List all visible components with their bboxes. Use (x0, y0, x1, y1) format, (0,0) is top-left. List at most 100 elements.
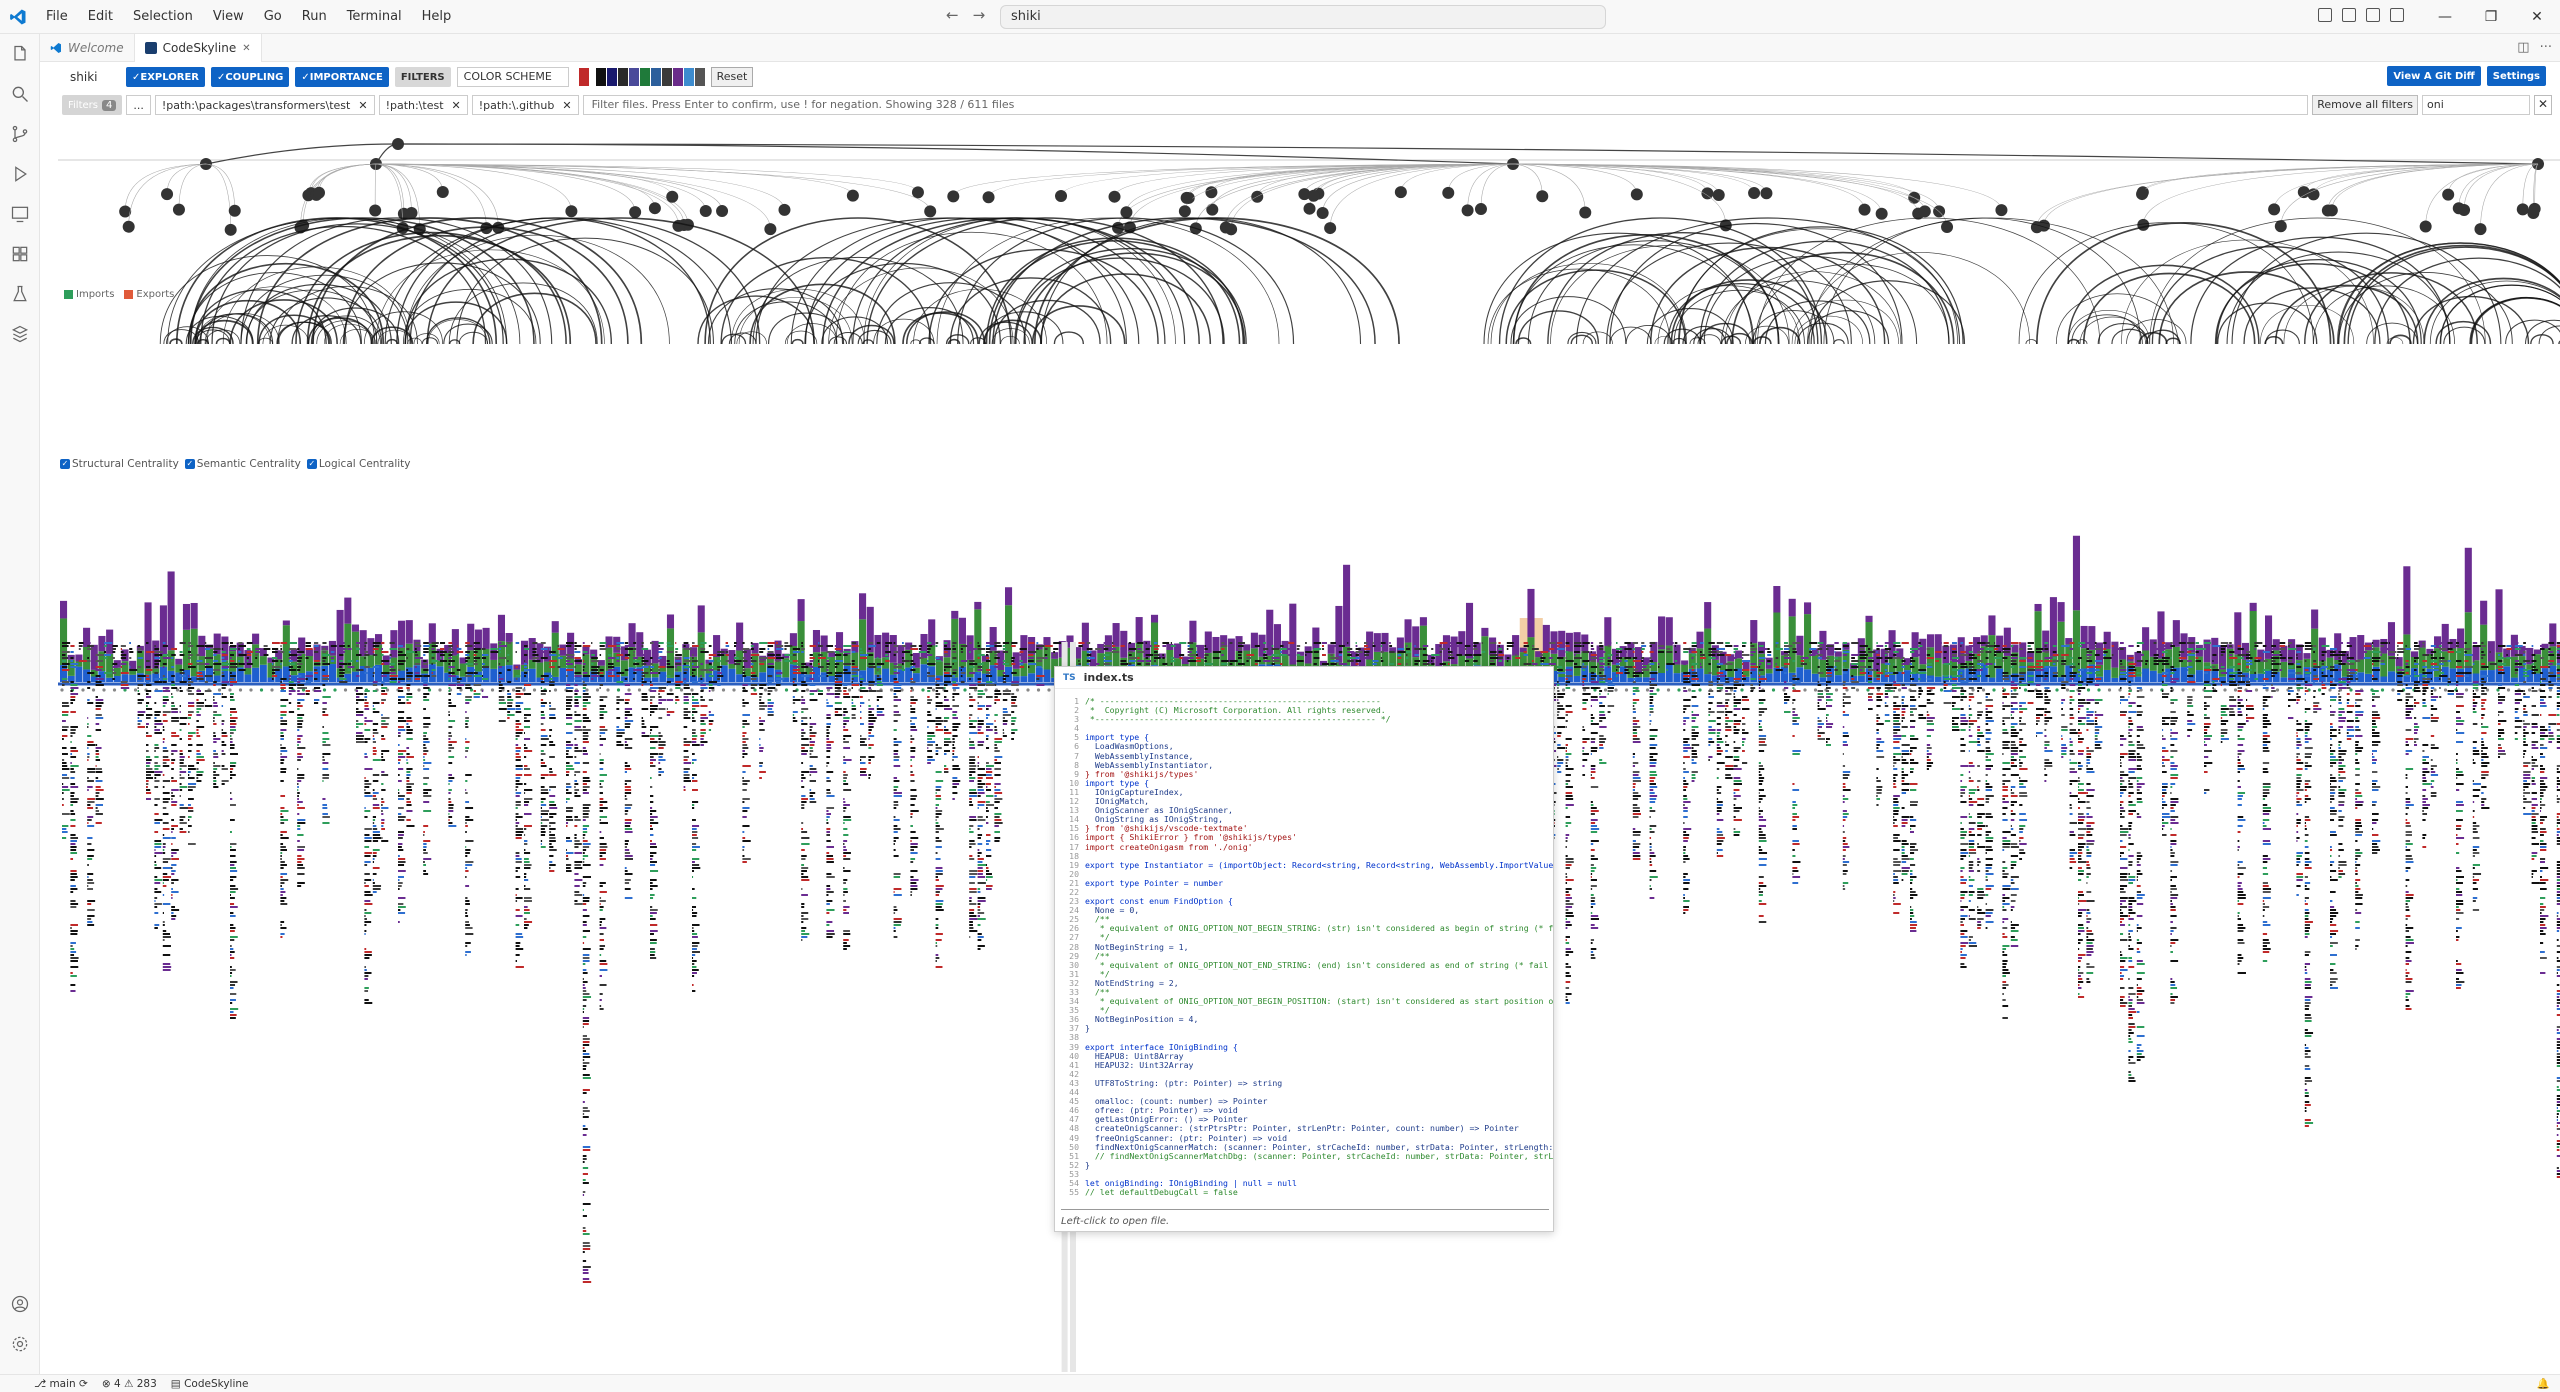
filter-input[interactable]: Filter files. Press Enter to confirm, us… (582, 95, 2309, 115)
close-icon[interactable]: ✕ (358, 99, 367, 112)
menu-item-edit[interactable]: Edit (78, 0, 123, 34)
code-line: 55// let defaultDebugCall = false (1069, 1187, 1238, 1198)
code-line: 19 export type Instantiator = (importObje… (1069, 859, 1553, 870)
color-swatch[interactable] (672, 68, 683, 86)
coupling-toggle-button[interactable]: ✓COUPLING (211, 67, 290, 87)
problems-status[interactable]: ⊗ 4 ⚠ 283 (102, 1378, 157, 1390)
filter-chip[interactable]: !path:\packages\transformers\test ✕ (154, 95, 375, 115)
semantic-centrality-checkbox[interactable]: ✓ Semantic Centrality (184, 458, 301, 470)
tab-label: CodeSkyline (162, 41, 237, 55)
branch-status[interactable]: ⎇ main ⟳ (34, 1378, 88, 1390)
code-line: 28 NotBeginString = 1, (1069, 941, 1189, 952)
close-button[interactable]: ✕ (2514, 0, 2560, 34)
code-line: 21 export type Pointer = number (1069, 877, 1224, 888)
main-toolbar: shiki ✓EXPLORER ✓COUPLING ✓IMPORTANCE FI… (60, 66, 754, 88)
toggle-secondary-sidebar-icon[interactable] (2390, 8, 2404, 22)
code-line: 51 // findNextOnigScannerMatchDbg: (scan… (1069, 1150, 1553, 1161)
gear-icon[interactable] (0, 1324, 40, 1364)
close-icon[interactable]: ✕ (562, 99, 571, 112)
code-line: 43 UTF8ToString: (ptr: Pointer) => strin… (1069, 1077, 1283, 1088)
remote-explorer-icon[interactable] (0, 194, 40, 234)
account-icon[interactable] (0, 1284, 40, 1324)
filters-badge[interactable]: Filters 4 (62, 95, 123, 115)
menu-item-view[interactable]: View (203, 0, 254, 34)
repo-name: shiki (70, 70, 98, 84)
filters-ellipsis[interactable]: ... (126, 95, 151, 115)
color-swatch[interactable] (650, 68, 661, 86)
codeskyline-icon[interactable] (0, 314, 40, 354)
sync-icon: ⟳ (79, 1377, 88, 1390)
structural-centrality-checkbox[interactable]: ✓ Structural Centrality (60, 458, 179, 470)
tab-close-icon[interactable]: ✕ (242, 43, 250, 54)
code-line: 32 NotEndString = 2, (1069, 977, 1179, 988)
search-icon[interactable] (0, 74, 40, 114)
window-controls: — ❐ ✕ (2422, 0, 2560, 34)
run-debug-icon[interactable] (0, 154, 40, 194)
reset-button[interactable]: Reset (710, 67, 754, 87)
color-swatch[interactable] (694, 68, 705, 86)
menu-item-terminal[interactable]: Terminal (337, 0, 412, 34)
filter-bar: Filters 4 ... !path:\packages\transforme… (62, 94, 2552, 116)
coupling-arcs (159, 217, 2560, 345)
toggle-panel-icon[interactable] (2366, 8, 2380, 22)
logical-centrality-checkbox[interactable]: ✓ Logical Centrality (306, 458, 411, 470)
filter-chip[interactable]: !path:\test ✕ (378, 95, 468, 115)
filters-button[interactable]: FILTERS (394, 67, 451, 87)
activity-bar (0, 34, 40, 1374)
color-swatch[interactable] (661, 68, 672, 86)
color-scheme-select[interactable]: COLOR SCHEME (456, 67, 569, 87)
vscode-tab-icon (50, 43, 61, 53)
minimize-button[interactable]: — (2422, 0, 2468, 34)
code-line: 30 * equivalent of ONIG_OPTION_NOT_END_S… (1069, 959, 1553, 970)
testing-icon[interactable] (0, 274, 40, 314)
clear-search-button[interactable]: ✕ (2534, 95, 2552, 115)
code-line: 24 None = 0, (1069, 905, 1140, 916)
exports-label: Exports (136, 289, 175, 300)
color-swatch[interactable] (683, 68, 694, 86)
menu-item-file[interactable]: File (36, 0, 78, 34)
popup-header: TS index.ts (1055, 667, 1553, 689)
search-input[interactable]: oni (2422, 95, 2530, 115)
settings-button[interactable]: Settings (2486, 66, 2546, 86)
nav-arrows: ← → (946, 6, 985, 24)
filter-chip[interactable]: !path:\.github ✕ (471, 95, 579, 115)
tab-welcome[interactable]: Welcome (40, 34, 135, 62)
explorer-toggle-button[interactable]: ✓EXPLORER (126, 67, 205, 87)
toggle-primary-sidebar-icon[interactable] (2342, 8, 2356, 22)
tab-codeskyline[interactable]: CodeSkyline ✕ (134, 34, 262, 62)
color-swatch[interactable] (606, 68, 617, 86)
importance-toggle-button[interactable]: ✓IMPORTANCE (295, 67, 389, 87)
extension-icon: ▤ (170, 1377, 185, 1390)
more-actions-icon[interactable]: ··· (2540, 40, 2552, 55)
menu-item-selection[interactable]: Selection (123, 0, 203, 34)
color-swatches[interactable] (578, 68, 705, 86)
restore-button[interactable]: ❐ (2468, 0, 2514, 34)
extension-status[interactable]: ▤ CodeSkyline (171, 1378, 249, 1390)
explorer-icon[interactable] (0, 34, 40, 74)
menu-item-run[interactable]: Run (292, 0, 337, 34)
customize-layout-icon[interactable] (2318, 8, 2332, 22)
back-arrow-icon[interactable]: ← (946, 6, 959, 24)
forward-arrow-icon[interactable]: → (973, 6, 986, 24)
view-git-diff-button[interactable]: View A Git Diff (2387, 66, 2481, 86)
tree-root-node[interactable] (392, 138, 404, 150)
split-editor-icon[interactable]: ◫ (2517, 40, 2529, 55)
color-swatch[interactable] (578, 68, 589, 86)
extensions-icon[interactable] (0, 234, 40, 274)
remove-all-filters-button[interactable]: Remove all filters (2312, 95, 2418, 115)
color-swatch[interactable] (617, 68, 628, 86)
file-preview-popup[interactable]: TS index.ts 1/* ------------------------… (1054, 666, 1554, 1232)
close-icon[interactable]: ✕ (452, 99, 461, 112)
color-swatch[interactable] (628, 68, 639, 86)
color-swatch[interactable] (639, 68, 650, 86)
code-line: 37} (1069, 1023, 1090, 1034)
command-center[interactable]: shiki (1000, 5, 1606, 29)
code-line: 26 * equivalent of ONIG_OPTION_NOT_BEGIN… (1069, 923, 1553, 934)
menu-bar: File Edit Selection View Go Run Terminal Help (36, 0, 461, 34)
menu-item-go[interactable]: Go (254, 0, 292, 34)
imports-swatch (64, 289, 73, 299)
color-swatch[interactable] (595, 68, 606, 86)
notifications-icon[interactable]: 🔔 (2537, 1377, 2550, 1390)
menu-item-help[interactable]: Help (412, 0, 462, 34)
source-control-icon[interactable] (0, 114, 40, 154)
